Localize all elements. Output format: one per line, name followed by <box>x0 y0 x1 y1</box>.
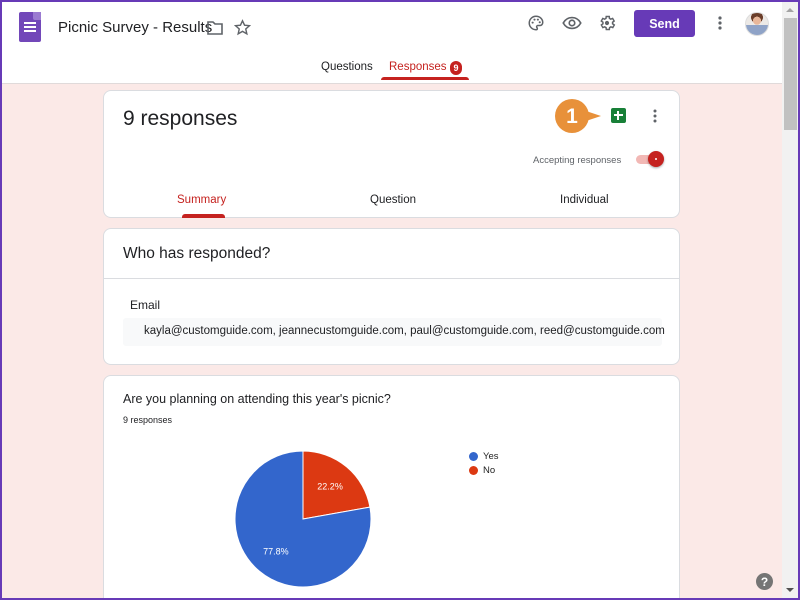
active-tab-indicator <box>381 77 469 80</box>
accepting-responses-toggle[interactable] <box>634 151 664 167</box>
app-header: Picnic Survey - Results Send Questions R… <box>0 0 782 84</box>
accepting-responses-label: Accepting responses <box>533 155 622 166</box>
vertical-scrollbar[interactable] <box>782 0 799 600</box>
tab-summary[interactable]: Summary <box>177 194 226 206</box>
summary-tab-indicator <box>182 214 225 218</box>
legend-label: No <box>483 465 496 476</box>
tab-responses[interactable]: Responses <box>389 61 447 73</box>
star-icon[interactable] <box>232 17 252 37</box>
document-title[interactable]: Picnic Survey - Results <box>58 19 212 36</box>
step-callout-badge: 1 <box>553 96 613 136</box>
pie-label-yes: 77.8% <box>263 546 289 556</box>
avatar[interactable] <box>745 12 769 36</box>
create-spreadsheet-icon[interactable] <box>611 108 626 123</box>
forms-logo-icon[interactable] <box>19 12 41 42</box>
folder-icon[interactable] <box>206 19 224 37</box>
tab-individual[interactable]: Individual <box>560 194 609 206</box>
legend-swatch <box>469 452 478 461</box>
legend-item-yes[interactable]: Yes <box>469 451 499 462</box>
responses-count-badge: 9 <box>450 61 462 75</box>
scroll-thumb[interactable] <box>784 18 797 130</box>
responses-more-icon[interactable] <box>647 107 663 125</box>
help-icon[interactable]: ? <box>756 573 773 590</box>
divider <box>104 278 679 279</box>
who-responded-title: Who has responded? <box>123 245 271 262</box>
response-count-heading: 9 responses <box>123 107 238 130</box>
who-responded-card: Who has responded? Email kayla@customgui… <box>103 228 680 365</box>
tab-questions[interactable]: Questions <box>321 61 373 73</box>
callout-number: 1 <box>566 105 578 128</box>
legend-swatch <box>469 466 478 475</box>
more-vert-icon[interactable] <box>712 12 728 34</box>
responder-email-list: kayla@customguide.com, jeannecustomguide… <box>123 318 665 346</box>
send-button[interactable]: Send <box>634 10 695 37</box>
palette-icon[interactable] <box>525 12 547 34</box>
legend-item-no[interactable]: No <box>469 465 495 476</box>
tab-question[interactable]: Question <box>370 194 416 206</box>
pie-label-no: 22.2% <box>317 482 343 492</box>
scroll-down-arrow-icon[interactable] <box>786 588 794 592</box>
eye-icon[interactable] <box>560 12 584 34</box>
email-label: Email <box>130 298 161 312</box>
form-tabs: Questions Responses 9 <box>0 58 782 84</box>
pie-chart: 22.2% 77.8% <box>234 450 372 588</box>
gear-icon[interactable] <box>596 12 618 34</box>
scroll-up-arrow-icon[interactable] <box>786 8 794 12</box>
question-summary-card: Are you planning on attending this year'… <box>103 375 680 600</box>
legend-label: Yes <box>483 451 499 462</box>
